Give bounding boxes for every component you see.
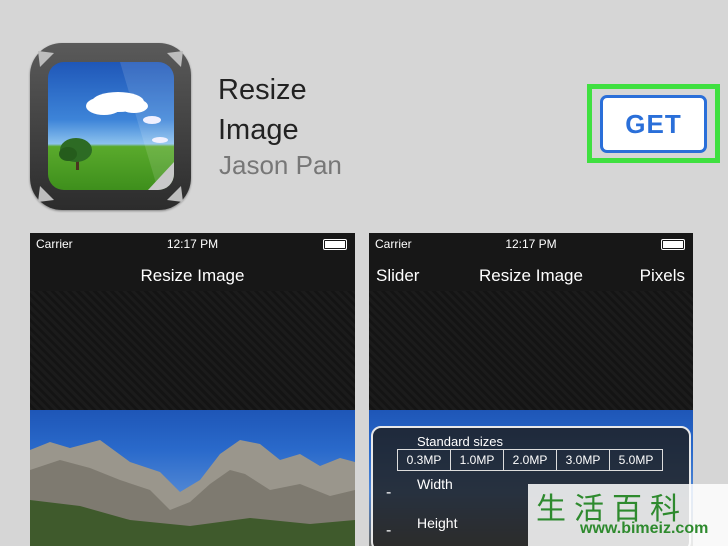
nav-title: Resize Image xyxy=(140,266,245,285)
watermark: 生活百科 www.bimeiz.com xyxy=(528,484,728,546)
mountain-image xyxy=(30,440,355,546)
width-minus-button[interactable]: - xyxy=(386,484,391,502)
preview-area xyxy=(30,291,355,411)
battery-icon xyxy=(661,239,685,250)
get-button[interactable]: GET xyxy=(600,95,707,153)
width-label: Width xyxy=(417,476,453,492)
developer-name: Jason Pan xyxy=(219,150,342,180)
nav-pixels-button[interactable]: Pixels xyxy=(640,266,685,286)
app-icon xyxy=(30,43,191,210)
status-bar: Carrier 12:17 PM xyxy=(30,233,355,255)
status-time: 12:17 PM xyxy=(505,237,557,251)
nav-bar: Slider Resize Image Pixels xyxy=(369,259,693,293)
status-bar: Carrier 12:17 PM xyxy=(369,233,693,255)
app-name: Resize Image xyxy=(218,74,307,146)
watermark-url: www.bimeiz.com xyxy=(580,520,709,537)
preview-area xyxy=(369,291,693,411)
size-options: 0.3MP 1.0MP 2.0MP 3.0MP 5.0MP xyxy=(397,449,663,471)
size-option[interactable]: 5.0MP xyxy=(609,449,663,471)
size-option[interactable]: 3.0MP xyxy=(556,449,610,471)
size-option[interactable]: 2.0MP xyxy=(503,449,557,471)
height-minus-button[interactable]: - xyxy=(386,522,391,540)
size-option[interactable]: 0.3MP xyxy=(397,449,451,471)
status-time: 12:17 PM xyxy=(166,237,219,251)
size-option[interactable]: 1.0MP xyxy=(450,449,504,471)
mountain-photo xyxy=(30,410,355,546)
height-label: Height xyxy=(417,515,458,531)
standard-sizes-label: Standard sizes xyxy=(417,434,503,449)
screenshot-1[interactable]: Carrier 12:17 PM Resize Image xyxy=(30,233,355,546)
battery-icon xyxy=(323,239,347,250)
resize-arrows-icon xyxy=(38,51,183,202)
nav-bar: Resize Image xyxy=(30,259,355,293)
